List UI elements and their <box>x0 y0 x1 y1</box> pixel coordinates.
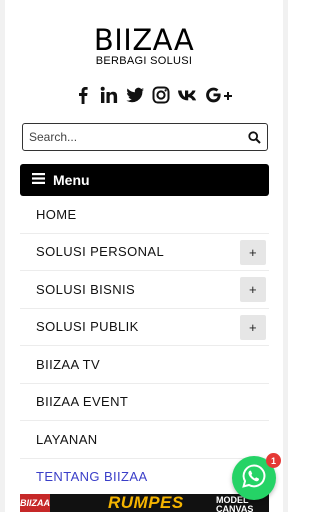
nav-menu: HOME SOLUSI PERSONAL + SOLUSI BISNIS + S… <box>20 196 269 496</box>
menu-item-solusi-publik[interactable]: SOLUSI PUBLIK + <box>20 309 269 346</box>
menu-toggle-button[interactable]: Menu <box>20 164 269 196</box>
site-tagline: BERBAGI SOLUSI <box>95 55 193 67</box>
site-title[interactable]: BIIZAA <box>0 24 288 56</box>
notification-badge: 1 <box>266 453 281 468</box>
menu-item-label: SOLUSI BISNIS <box>36 281 136 297</box>
social-links <box>73 84 232 106</box>
banner-caption-line2: CANVAS <box>216 504 254 512</box>
menu-item-label: TENTANG BIIZAA <box>36 469 148 485</box>
menu-item-biizaa-tv[interactable]: BIIZAA TV <box>20 346 269 384</box>
menu-item-label: SOLUSI PUBLIK <box>36 319 139 335</box>
google-plus-icon[interactable] <box>205 85 233 105</box>
menu-item-home[interactable]: HOME <box>20 196 269 234</box>
hamburger-icon <box>32 171 45 189</box>
menu-item-label: LAYANAN <box>36 431 98 447</box>
menu-item-layanan[interactable]: LAYANAN <box>20 421 269 459</box>
expand-button[interactable]: + <box>240 239 266 265</box>
facebook-icon[interactable] <box>73 85 93 105</box>
instagram-icon[interactable] <box>151 85 171 105</box>
expand-button[interactable]: + <box>240 277 266 302</box>
search-icon[interactable] <box>248 131 261 149</box>
menu-item-label: HOME <box>36 206 77 222</box>
search-input[interactable] <box>29 128 239 146</box>
twitter-icon[interactable] <box>125 85 145 105</box>
menu-item-solusi-personal[interactable]: SOLUSI PERSONAL + <box>20 234 269 271</box>
page-frame-left <box>0 0 5 512</box>
menu-label: Menu <box>53 172 90 188</box>
page-frame-right <box>283 0 288 512</box>
menu-item-biizaa-event[interactable]: BIIZAA EVENT <box>20 384 269 421</box>
banner-brand: BIIZAA <box>20 494 50 512</box>
menu-item-label: SOLUSI PERSONAL <box>36 244 165 260</box>
linkedin-icon[interactable] <box>99 85 119 105</box>
menu-item-label: BIIZAA EVENT <box>36 394 129 410</box>
whatsapp-icon <box>241 463 267 494</box>
menu-item-label: BIIZAA TV <box>36 356 101 372</box>
banner-headline: RUMPES <box>108 494 184 512</box>
menu-item-solusi-bisnis[interactable]: SOLUSI BISNIS + <box>20 271 269 309</box>
search-box <box>22 123 268 151</box>
promo-banner[interactable]: BIIZAA RUMPES MODEL CANVAS <box>20 494 269 512</box>
expand-button[interactable]: + <box>240 314 266 340</box>
vk-icon[interactable] <box>177 85 199 105</box>
